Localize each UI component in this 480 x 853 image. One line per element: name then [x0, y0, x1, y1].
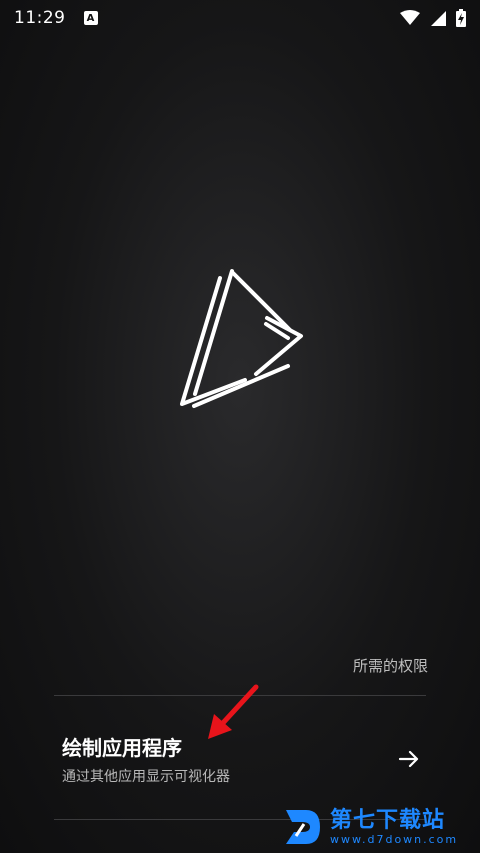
battery-charging-icon: [456, 9, 466, 27]
permission-description: 通过其他应用显示可视化器: [62, 769, 230, 785]
status-time: 11:29: [14, 8, 66, 28]
arrow-right-icon[interactable]: [398, 748, 420, 770]
status-bar: 11:29 A: [0, 0, 480, 36]
wifi-icon: [400, 10, 420, 25]
watermark-url: www.d7down.com: [330, 832, 459, 846]
watermark-text: 第七下载站: [330, 807, 446, 833]
play-triangle-logo-icon: [180, 269, 303, 408]
signal-icon: [431, 11, 446, 26]
permissions-heading: 所需的权限: [352, 657, 428, 675]
app-notification-icon: A: [83, 11, 98, 25]
permission-title: 绘制应用程序: [62, 736, 182, 760]
watermark: 第七下载站 www.d7down.com: [282, 804, 478, 850]
status-icons: [400, 9, 466, 27]
red-pointer-arrow-icon: [208, 684, 259, 739]
d7-logo-icon: [286, 810, 320, 844]
